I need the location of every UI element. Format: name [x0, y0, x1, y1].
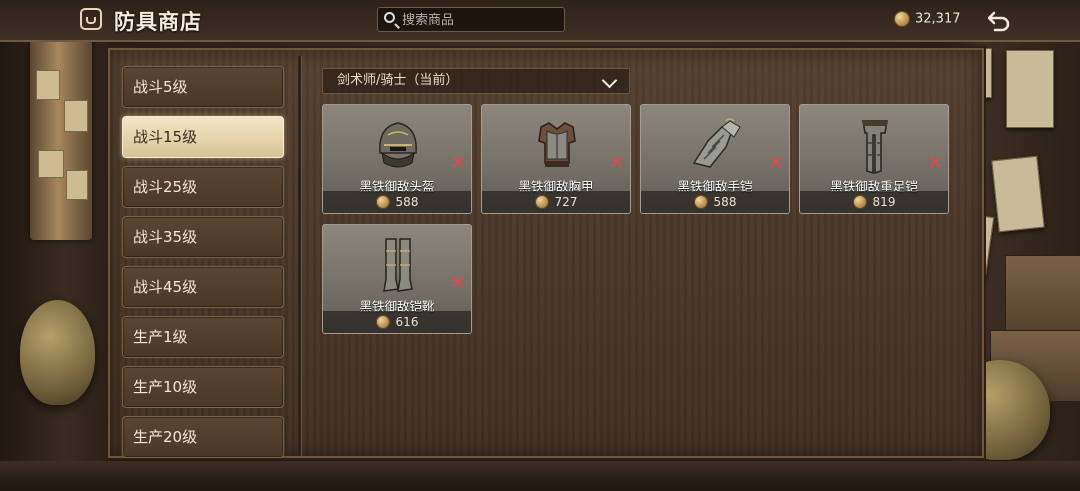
coin-icon: [852, 194, 867, 209]
boots-icon: [368, 233, 428, 299]
item-price-value: 588: [713, 195, 737, 209]
item-price: 727: [482, 191, 630, 213]
item-price-value: 819: [872, 195, 896, 209]
class-filter-dropdown[interactable]: 剑术师/骑士（当前）: [322, 68, 630, 94]
item-price-value: 588: [395, 195, 419, 209]
item-price: 588: [323, 191, 471, 213]
unusable-mark-icon: [452, 276, 464, 288]
unusable-mark-icon: [452, 156, 464, 168]
unusable-mark-icon: [770, 156, 782, 168]
sidebar-item-combat-5[interactable]: 战斗5级: [122, 66, 284, 108]
page-title: 防具商店: [114, 9, 202, 34]
item-card[interactable]: 黑铁御敌铠靴 616: [322, 224, 472, 334]
unusable-mark-icon: [611, 156, 623, 168]
item-price: 616: [323, 311, 471, 333]
background-left-decor: [0, 0, 110, 491]
helmet-icon: [368, 113, 428, 179]
coin-icon: [894, 11, 910, 27]
notice-pillar: [30, 40, 92, 240]
leg-armor-icon: [845, 113, 905, 179]
item-card[interactable]: 黑铁御敌重足铠 819: [799, 104, 949, 214]
return-arrow-icon: [987, 11, 1010, 32]
sack-left: [20, 300, 95, 405]
chest-armor-icon: [527, 113, 587, 179]
search-input[interactable]: [402, 11, 557, 29]
shop-bag-icon: [80, 8, 102, 30]
unusable-mark-icon: [929, 156, 941, 168]
sidebar-item-combat-45[interactable]: 战斗45级: [122, 266, 284, 308]
coin-icon: [375, 314, 390, 329]
sidebar-item-craft-1[interactable]: 生产1级: [122, 316, 284, 358]
gauntlet-icon: [686, 113, 746, 179]
sidebar-item-craft-10[interactable]: 生产10级: [122, 366, 284, 408]
class-filter-value: 剑术师/骑士（当前）: [337, 73, 459, 88]
gold-amount: 32,317: [915, 11, 961, 27]
sidebar-item-combat-15[interactable]: 战斗15级: [122, 116, 284, 158]
item-price: 819: [800, 191, 948, 213]
sidebar-divider: [298, 56, 301, 456]
top-bar: 防具商店 32,317: [0, 0, 1080, 42]
item-card[interactable]: 黑铁御敌手铠 588: [640, 104, 790, 214]
coin-icon: [375, 194, 390, 209]
coin-icon: [693, 194, 708, 209]
item-card[interactable]: 黑铁御敌头盔 588: [322, 104, 472, 214]
item-price: 588: [641, 191, 789, 213]
chevron-down-icon: [601, 72, 618, 89]
back-button[interactable]: [985, 7, 1013, 33]
item-card[interactable]: 黑铁御敌胸甲 727: [481, 104, 631, 214]
item-price-value: 616: [395, 315, 419, 329]
sidebar-item-craft-20[interactable]: 生产20级: [122, 416, 284, 458]
gold-balance: 32,317: [894, 11, 961, 27]
item-price-value: 727: [554, 195, 578, 209]
sidebar-item-combat-25[interactable]: 战斗25级: [122, 166, 284, 208]
coin-icon: [534, 194, 549, 209]
floor: [0, 461, 1080, 491]
search-box[interactable]: [377, 7, 565, 32]
sidebar-item-combat-35[interactable]: 战斗35级: [122, 216, 284, 258]
search-icon: [384, 12, 395, 23]
